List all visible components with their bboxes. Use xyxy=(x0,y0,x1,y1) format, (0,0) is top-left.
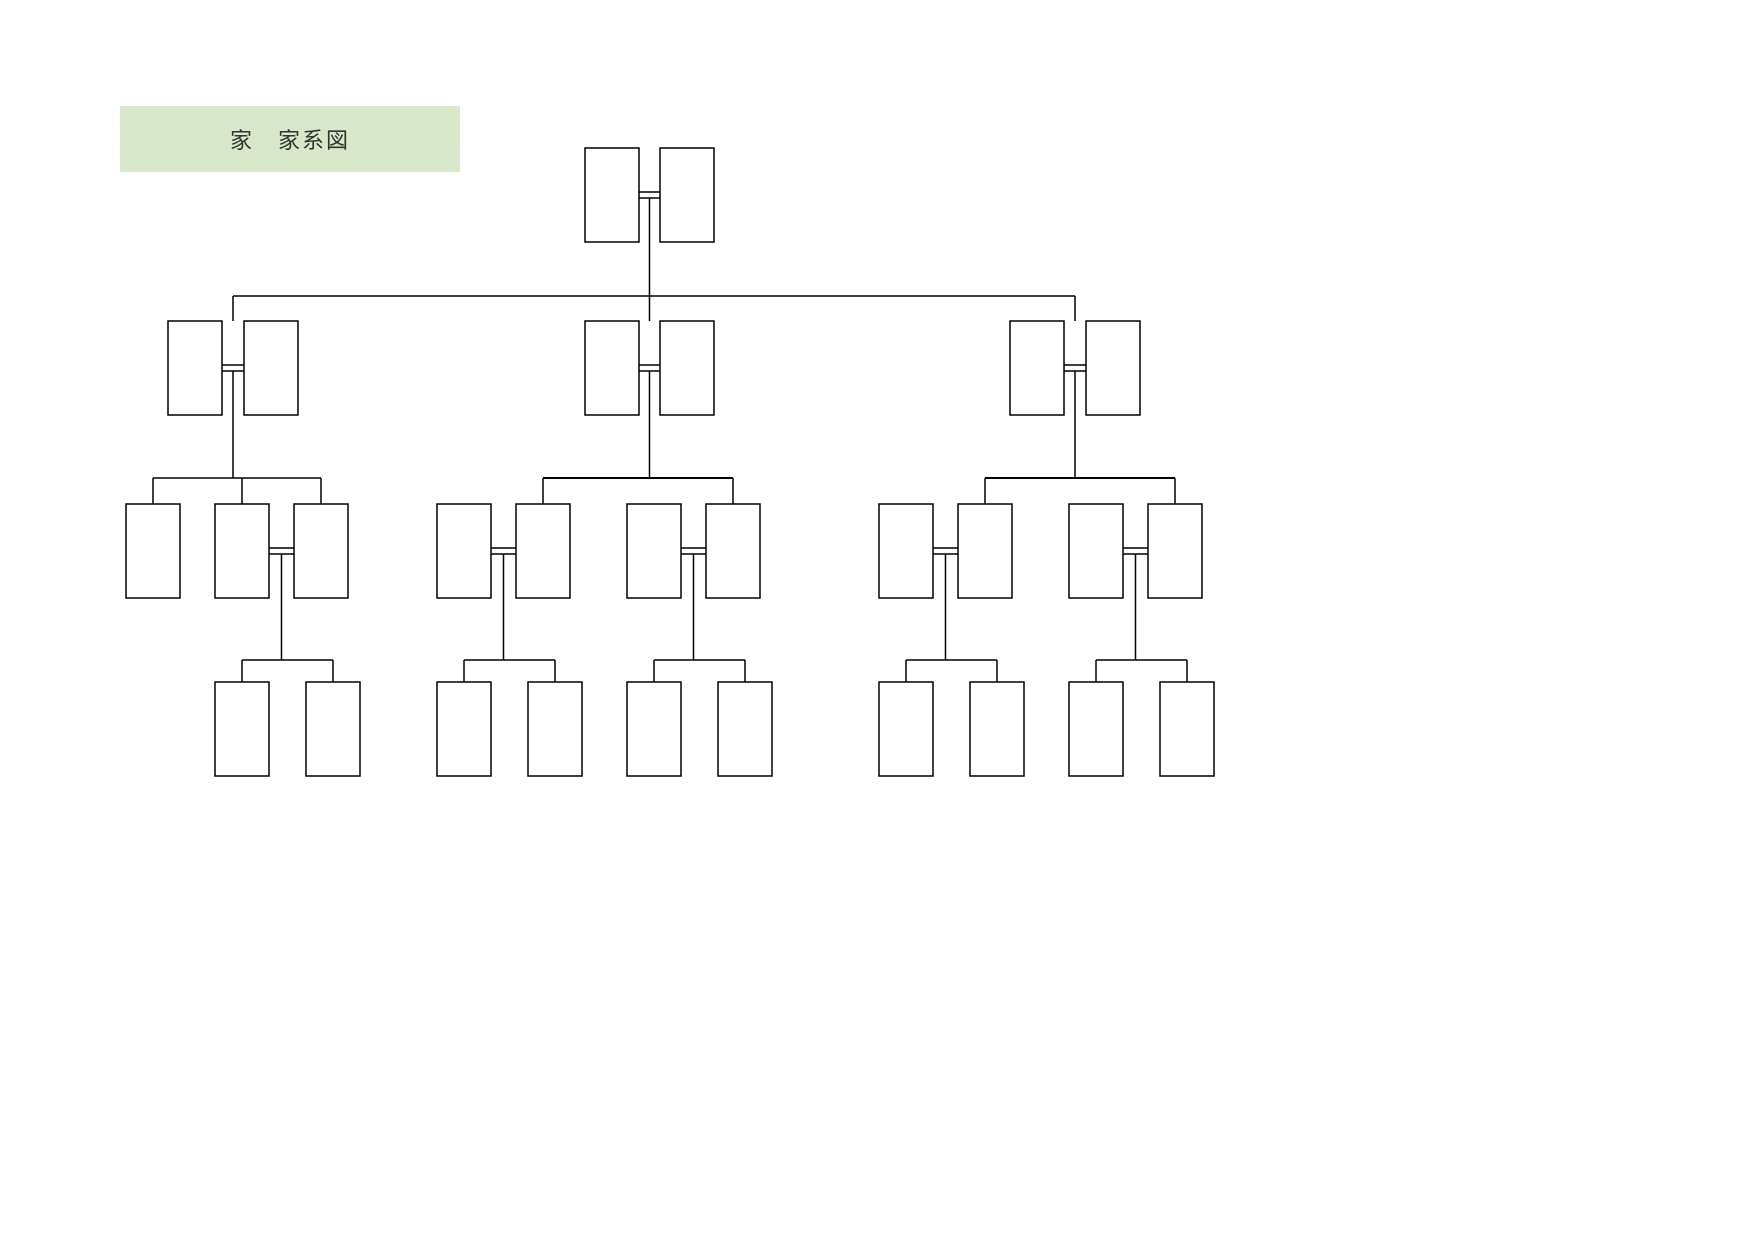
person-box xyxy=(528,682,582,776)
person-box xyxy=(306,682,360,776)
person-box xyxy=(627,682,681,776)
person-box xyxy=(970,682,1024,776)
person-box xyxy=(437,682,491,776)
person-box xyxy=(1160,682,1214,776)
person-box xyxy=(1148,504,1202,598)
person-box xyxy=(585,148,639,242)
person-box xyxy=(437,504,491,598)
person-box xyxy=(706,504,760,598)
person-box xyxy=(1069,504,1123,598)
person-box xyxy=(244,321,298,415)
person-box xyxy=(215,504,269,598)
person-box xyxy=(879,504,933,598)
person-box xyxy=(1069,682,1123,776)
person-box xyxy=(585,321,639,415)
person-box xyxy=(627,504,681,598)
person-box xyxy=(126,504,180,598)
person-box xyxy=(660,321,714,415)
person-box xyxy=(718,682,772,776)
family-tree-diagram xyxy=(0,0,1754,1240)
person-box xyxy=(294,504,348,598)
person-box xyxy=(1010,321,1064,415)
person-box xyxy=(168,321,222,415)
person-box xyxy=(879,682,933,776)
person-box xyxy=(215,682,269,776)
person-box xyxy=(1086,321,1140,415)
person-box xyxy=(516,504,570,598)
person-box xyxy=(958,504,1012,598)
person-box xyxy=(660,148,714,242)
